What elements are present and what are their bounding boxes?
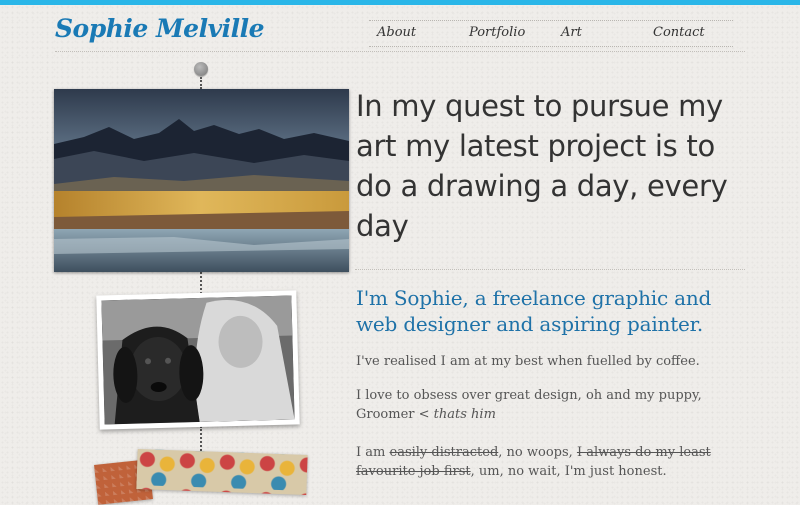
- intro-paragraph: I am easily distracted, no woops, I alwa…: [356, 443, 756, 481]
- painting-image: [54, 89, 349, 272]
- photo-graphic: [101, 295, 295, 425]
- header-divider: [55, 51, 745, 52]
- nav-portfolio[interactable]: Portfolio: [469, 25, 525, 40]
- site-logo[interactable]: Sophie Melville: [55, 14, 265, 43]
- photo-image: [101, 295, 295, 425]
- nav-about[interactable]: About: [377, 25, 416, 40]
- intro-paragraph: I love to obsess over great design, oh a…: [356, 386, 756, 424]
- paragraph-text: , no woops,: [498, 445, 573, 460]
- hanging-string: [200, 426, 202, 454]
- hero-headline: In my quest to pursue my art my latest p…: [356, 89, 728, 243]
- mountain-landscape-painting[interactable]: [54, 89, 349, 272]
- paragraph-text: , um, no wait, I'm just honest.: [470, 464, 667, 479]
- dog-caption: < thats him: [418, 407, 496, 422]
- top-accent-bar: [0, 0, 800, 5]
- sophie-with-dog-photo[interactable]: [96, 290, 300, 430]
- main-nav: About Portfolio Art Contact: [369, 20, 733, 47]
- struck-text: easily distracted: [389, 445, 499, 460]
- paragraph-text: I love to obsess over great design, oh a…: [356, 388, 702, 422]
- colorful-pattern-artwork[interactable]: [136, 449, 308, 495]
- hanging-string: [200, 272, 202, 294]
- content-divider: [355, 269, 745, 270]
- paragraph-text: I am: [356, 445, 386, 460]
- hanging-string: [200, 77, 202, 89]
- nav-contact[interactable]: Contact: [653, 25, 705, 40]
- intro-paragraph: I've realised I am at my best when fuell…: [356, 354, 700, 369]
- nav-art[interactable]: Art: [561, 25, 582, 40]
- pin-icon: [194, 62, 208, 76]
- intro-subhead: I'm Sophie, a freelance graphic and web …: [356, 286, 712, 336]
